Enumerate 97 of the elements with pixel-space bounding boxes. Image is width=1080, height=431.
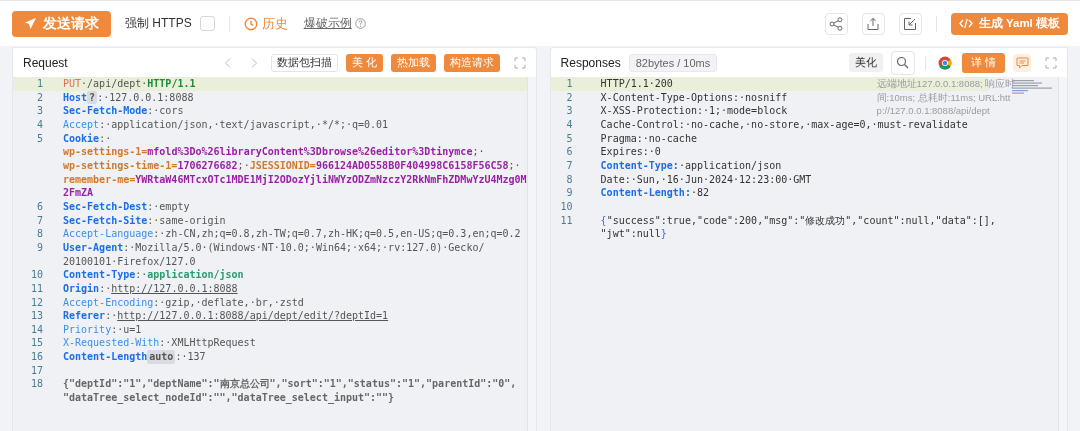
response-stats: 82bytes / 10ms <box>628 53 718 72</box>
panel-title: Responses <box>560 55 621 70</box>
line-number: 3 <box>565 104 574 118</box>
code-text: HTTP/1.1·200 <box>600 77 673 91</box>
code-text: :·137 <box>175 350 206 364</box>
code-text: X-Content-Type-Options:·nosniff <box>600 90 788 105</box>
line-number: 4 <box>565 117 574 132</box>
code-text: :·127.0.0.1:8088 <box>97 90 194 105</box>
code-text: {"deptId":"1","deptName":"南京总公司","sort":"1","status":"1","parentId":"0", <box>63 377 517 392</box>
code-text: Host <box>63 90 88 105</box>
code-text: Cache-Control:·no-cache,·no-store,·max-age=0,·must-revalidate <box>600 117 968 132</box>
line-number: 10 <box>559 199 574 214</box>
scrollbar[interactable] <box>526 77 536 431</box>
code-text: wp-settings-time-1=1706276682;·JSESSIONID=966124AD0558B0F404998C6158F56C58;· <box>63 158 521 173</box>
code-icon <box>958 18 973 29</box>
expand-icon[interactable] <box>1045 56 1057 69</box>
code-text: Sec-Fetch-Dest:·empty <box>63 199 190 214</box>
action-button[interactable]: 热加载 <box>390 53 436 72</box>
line-number: 6 <box>565 145 574 159</box>
line-number: 9 <box>35 240 44 255</box>
https-checkbox[interactable] <box>199 16 215 31</box>
line-number: 11 <box>29 281 44 296</box>
scan-button[interactable]: 数据包扫描 <box>270 53 338 72</box>
code-text: {"success":true,"code":200,"msg":"修改成功","count":null,"data":[], <box>600 213 996 228</box>
code-text: Priority:·u=1 <box>63 322 142 337</box>
line-number: 6 <box>35 199 44 214</box>
code-text: Content-Type:·application/json <box>600 158 782 173</box>
code-text: Date:·Sun,·16·Jun·2024·12:23:00·GMT <box>600 172 812 187</box>
code-text: Cookie:· <box>63 131 112 146</box>
code-text: Sec-Fetch-Site:·same-origin <box>63 213 226 228</box>
line-number: 1 <box>565 77 574 91</box>
history-link[interactable]: 历史 <box>261 14 288 33</box>
code-text: X-XSS-Protection:·1;·mode=block <box>600 104 788 118</box>
line-number: 3 <box>35 104 44 118</box>
code-text: Content-Length <box>63 350 148 364</box>
search-icon[interactable] <box>890 50 915 75</box>
code-text: Pragma:·no-cache <box>600 131 697 146</box>
history-icon[interactable] <box>243 16 258 31</box>
line-number: 5 <box>565 131 574 146</box>
send-request-button[interactable]: 发送请求 <box>12 10 111 37</box>
share-icon[interactable] <box>824 12 848 35</box>
beautify-button[interactable]: 美化 <box>848 53 883 72</box>
code-text: User-Agent:·Mozilla/5.0·(Windows·NT·10.0;·Win64;·x64;·rv:127.0)·Gecko/ <box>63 240 485 255</box>
code-text: wp-settings-1=mfold%3Do%26libraryContent%3Dbrowse%26editor%3Dtinymce;· <box>63 145 485 159</box>
help-icon <box>354 18 366 29</box>
code-text: "dataTree_select_nodeId":"","dataTree_select_input":""} <box>63 391 395 405</box>
code-text: Sec-Fetch-Mode:·cors <box>63 104 184 118</box>
line-number: 7 <box>565 158 574 173</box>
code-text: 2FmZA <box>63 186 94 200</box>
action-button[interactable]: 美 化 <box>345 53 383 72</box>
hint-badge: ? <box>87 90 98 105</box>
line-number: 8 <box>35 227 44 241</box>
line-number: 1 <box>35 77 44 91</box>
code-text: 20100101·Firefox/127.0 <box>63 254 196 269</box>
line-number: 9 <box>565 186 574 200</box>
code-text: PUT·/api/dept·HTTP/1.1 <box>63 77 196 91</box>
line-number: 2 <box>565 90 574 105</box>
code-text: Accept-Encoding:·gzip,·deflate,·br,·zstd <box>63 295 304 310</box>
code-text: "jwt":null} <box>600 227 667 241</box>
generate-yaml-button[interactable]: 生成 Yaml 模板 <box>950 12 1068 35</box>
line-number: 4 <box>35 117 44 132</box>
line-number: 5 <box>35 131 44 146</box>
https-label: 强制 HTTPS <box>125 15 192 32</box>
line-number: 18 <box>29 377 44 392</box>
line-number: 8 <box>565 172 574 187</box>
code-text: Content-Type:·application/json <box>63 268 244 282</box>
line-number: 12 <box>29 295 44 310</box>
line-number: 16 <box>29 350 44 364</box>
code-text: Accept-Language:·zh-CN,zh;q=0.8,zh-TW;q=0.7,zh-HK;q=0.5,en-US;q=0.3,en;q=0.2 <box>63 227 521 241</box>
code-text: Content-Length:·82 <box>600 186 709 200</box>
line-number: 13 <box>29 309 44 323</box>
line-number: 15 <box>29 336 44 351</box>
panel-title: Request <box>23 55 68 70</box>
code-text: Expires:·0 <box>600 145 661 159</box>
detail-button[interactable]: 详 情 <box>961 52 1005 73</box>
line-number: 14 <box>29 322 44 337</box>
line-number: 11 <box>559 213 574 228</box>
send-icon <box>24 17 37 30</box>
code-text: Accept:·application/json,·text/javascript,·*/*;·q=0.01 <box>63 117 389 132</box>
scrollbar[interactable] <box>1058 77 1067 431</box>
action-button[interactable]: 构造请求 <box>443 53 500 72</box>
line-number: 10 <box>29 268 44 282</box>
hint-badge: auto <box>147 350 176 364</box>
code-text: X-Requested-With:·XMLHttpRequest <box>63 336 256 351</box>
expand-icon[interactable] <box>513 56 526 69</box>
line-number: 2 <box>35 90 44 105</box>
upload-icon[interactable] <box>861 12 885 35</box>
line-number: 17 <box>29 363 44 378</box>
import-icon[interactable] <box>898 12 922 35</box>
back-icon[interactable] <box>222 56 233 69</box>
comment-icon[interactable] <box>1013 53 1031 72</box>
code-text: remember-me=YWRtaW46MTcxOTc1MDE1MjI2ODozYjliNWYzODZmNzczY2RkNmFhZDMwYzU4Mzg0M <box>63 172 527 187</box>
line-number: 7 <box>35 213 44 228</box>
code-text: Referer:·http://127.0.0.1:8088/api/dept/edit/?deptId=1 <box>63 309 389 323</box>
burst-example-link[interactable]: 爆破示例 <box>303 15 352 32</box>
code-text: Origin:·http://127.0.0.1:8088 <box>63 281 238 296</box>
browser-icon[interactable] <box>937 55 952 70</box>
